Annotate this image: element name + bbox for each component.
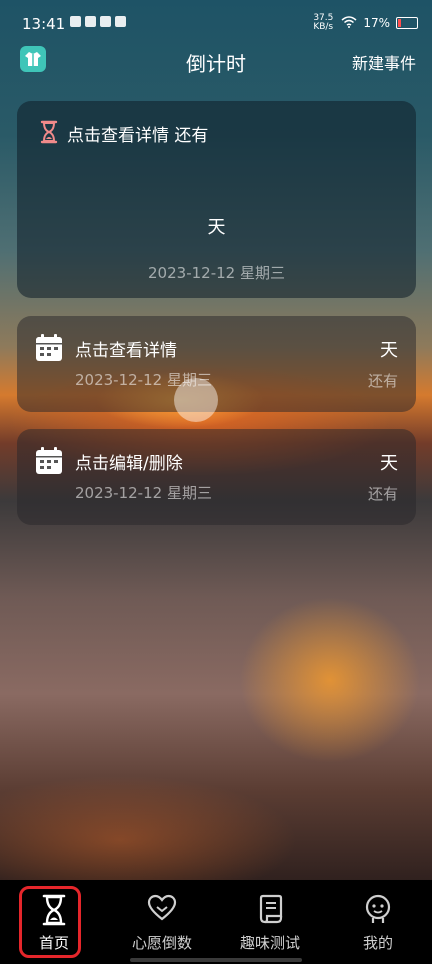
touch-indicator [174,378,218,422]
net-speed: 37.5 KB/s [313,13,334,32]
battery-percent: 17% [363,16,390,30]
event-date: 2023-12-12 星期三 [75,484,212,502]
event-card[interactable]: 点击编辑/删除 2023-12-12 星期三 天 还有 [17,429,416,525]
tab-label: 趣味测试 [239,934,300,952]
hero-date: 2023-12-12 星期三 [148,264,285,282]
tiktok-icon [100,16,111,27]
event-unit: 天 [380,340,398,361]
grid-icon [115,16,126,27]
event-title: 点击编辑/删除 [75,454,183,474]
event-unit: 天 [380,453,398,474]
tab-fun-test[interactable]: 趣味测试 [216,880,324,964]
event-remain-label: 还有 [367,485,398,503]
notification-icons [70,16,126,27]
home-indicator[interactable] [130,958,302,962]
app-header: 倒计时 新建事件 [0,44,432,80]
event-remain-label: 还有 [367,372,398,390]
countdown-hero-card[interactable]: 点击查看详情 还有 天 2023-12-12 星期三 [17,101,416,298]
new-event-button[interactable]: 新建事件 [352,50,416,74]
hero-title: 点击查看详情 还有 [67,126,209,146]
calendar-icon [35,447,63,479]
tab-label: 我的 [362,934,393,952]
battery-icon [396,17,418,29]
tab-label: 心愿倒数 [131,934,192,952]
calendar-icon [35,334,63,366]
status-right: 37.5 KB/s 17% [313,14,418,32]
mail-icon [85,16,96,27]
hourglass-icon [39,120,59,148]
notification-icon [70,16,81,27]
tab-mine[interactable]: 我的 [324,880,432,964]
status-time: 13:41 [22,15,66,33]
wifi-icon [341,15,357,31]
app-screen: 13:41 37.5 KB/s 17% 倒计时 新建事件 点击查看详情 还有 天… [0,0,432,964]
active-tab-highlight [19,886,81,958]
tab-wish-countdown[interactable]: 心愿倒数 [108,880,216,964]
event-title: 点击查看详情 [75,341,177,361]
status-bar: 13:41 37.5 KB/s 17% [0,0,432,40]
hero-unit: 天 [207,217,226,238]
